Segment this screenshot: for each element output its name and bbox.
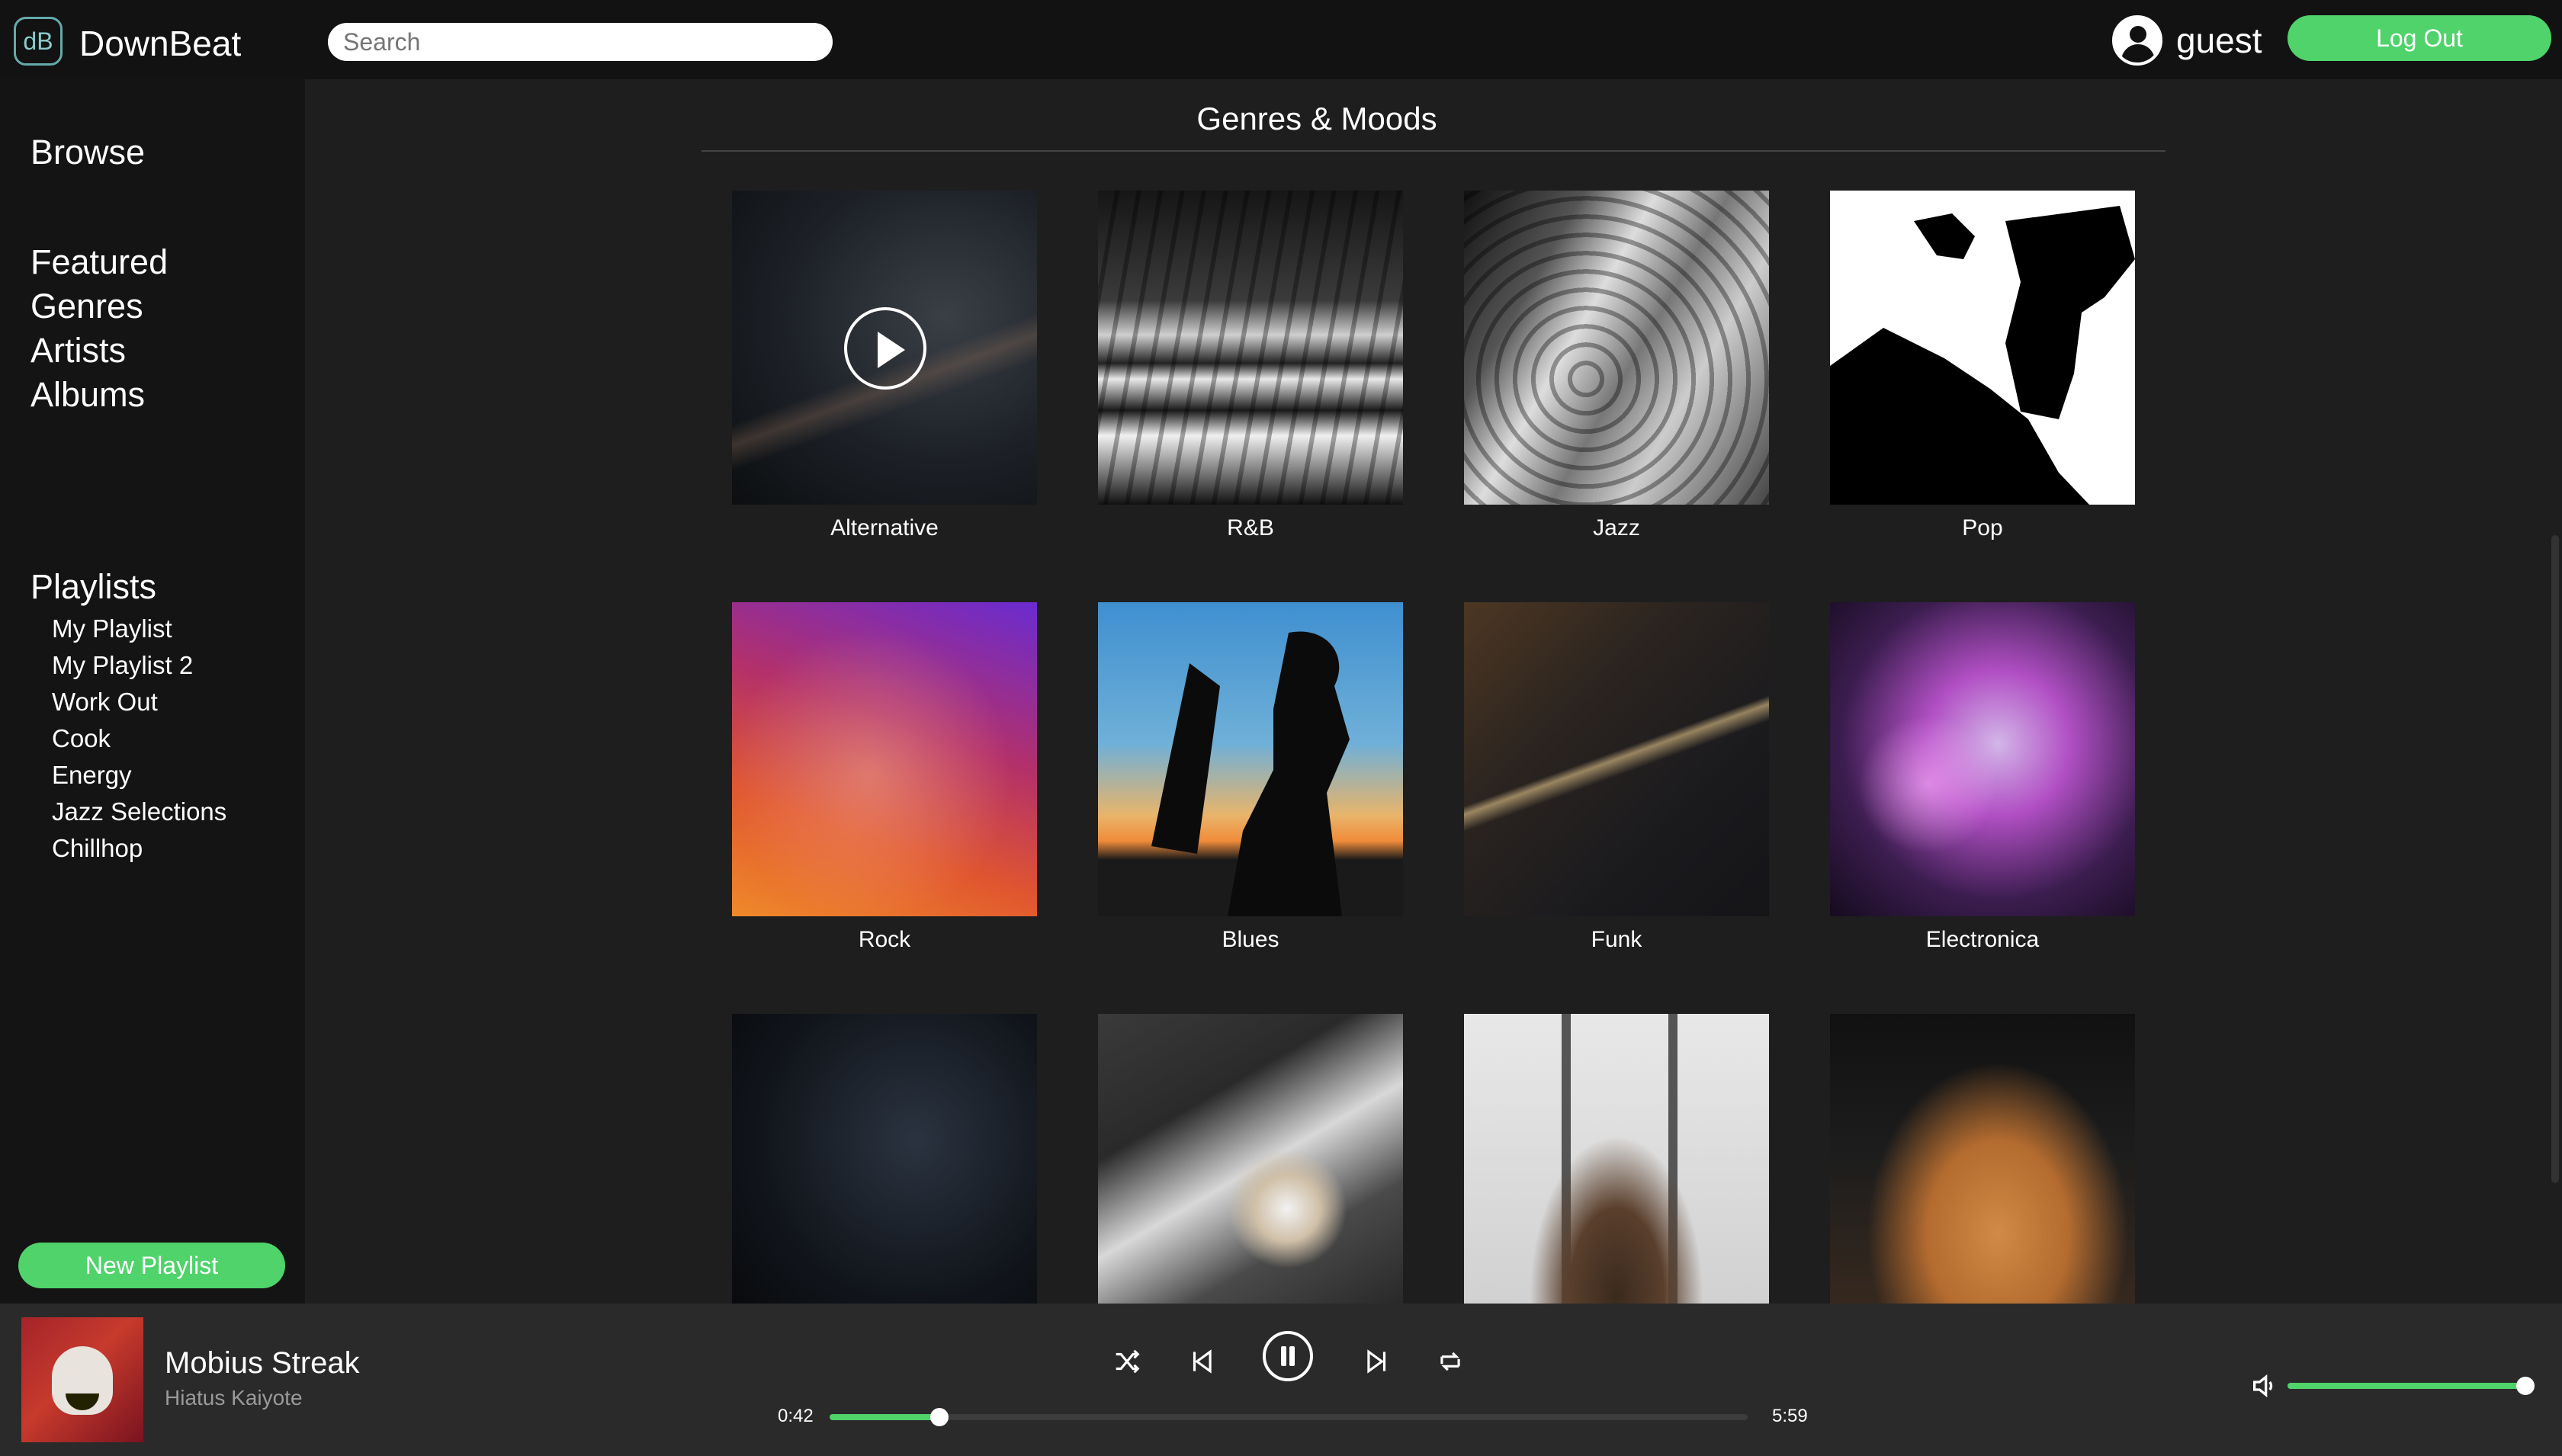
genre-tile-chill[interactable] <box>1464 1014 1769 1304</box>
sidebar-item-genres[interactable]: Genres <box>30 287 143 326</box>
duration-time: 5:59 <box>1772 1406 1808 1426</box>
genre-tile-alternative[interactable] <box>732 191 1037 505</box>
genre-tile-pop[interactable] <box>1830 191 2135 505</box>
volume-fill <box>2288 1383 2525 1389</box>
new-playlist-button[interactable]: New Playlist <box>18 1243 285 1288</box>
player-bar: Mobius Streak Hiatus Kaiyote 0:42 5:59 <box>0 1304 2562 1456</box>
page-title: Genres & Moods <box>1196 101 1437 136</box>
genre-tile-sleep[interactable] <box>1830 1014 2135 1304</box>
shuffle-icon[interactable] <box>1104 1339 1150 1384</box>
track-title[interactable]: Mobius Streak <box>165 1346 360 1381</box>
sidebar-item-albums[interactable]: Albums <box>30 375 145 415</box>
play-icon[interactable] <box>844 307 926 390</box>
genre-label: Electronica <box>1925 927 2040 952</box>
genre-tile-workout[interactable] <box>732 1014 1037 1304</box>
genre-tile-rock[interactable] <box>732 602 1037 916</box>
genre-tile-electronica[interactable] <box>1830 602 2135 916</box>
playlist-item[interactable]: Energy <box>52 761 132 790</box>
volume-slider[interactable] <box>2288 1377 2535 1395</box>
title-divider <box>702 150 2166 152</box>
next-icon[interactable] <box>1354 1339 1400 1384</box>
user-avatar-icon[interactable] <box>2112 15 2162 66</box>
pause-icon[interactable] <box>1263 1331 1313 1381</box>
album-art[interactable] <box>21 1317 143 1442</box>
progress-bar[interactable] <box>830 1408 1748 1426</box>
main-scrollbar[interactable] <box>2551 535 2559 1183</box>
playlist-item[interactable]: Jazz Selections <box>52 797 226 826</box>
sidebar-browse-heading[interactable]: Browse <box>30 133 145 172</box>
playlist-item[interactable]: Cook <box>52 724 111 753</box>
genre-tile-rnb[interactable] <box>1098 191 1403 505</box>
saxophone-silhouette <box>1151 631 1350 916</box>
repeat-icon[interactable] <box>1427 1339 1473 1384</box>
track-artist[interactable]: Hiatus Kaiyote <box>165 1386 303 1410</box>
genre-label: Alternative <box>830 515 939 540</box>
genre-tile-blues[interactable] <box>1098 602 1403 916</box>
previous-icon[interactable] <box>1179 1339 1225 1384</box>
genre-label: R&B <box>1227 515 1274 540</box>
genre-label: Blues <box>1222 927 1279 952</box>
playlist-item[interactable]: Work Out <box>52 688 158 717</box>
volume-handle[interactable] <box>2516 1377 2535 1395</box>
volume-icon[interactable] <box>2249 1371 2280 1401</box>
sidebar-item-artists[interactable]: Artists <box>30 331 126 370</box>
main-content: Genres & Moods Alternative R&B Jazz Pop … <box>305 79 2562 1304</box>
progress-handle[interactable] <box>930 1408 949 1426</box>
genre-label: Pop <box>1962 515 2003 540</box>
elapsed-time: 0:42 <box>778 1406 814 1426</box>
genre-label: Funk <box>1591 927 1642 952</box>
app-name[interactable]: DownBeat <box>79 23 241 64</box>
genre-tile-jazz[interactable] <box>1464 191 1769 505</box>
sidebar-playlists-heading: Playlists <box>30 567 157 606</box>
sidebar-item-featured[interactable]: Featured <box>30 242 168 282</box>
top-bar: dB DownBeat guest Log Out <box>0 0 2562 79</box>
app-logo[interactable]: dB <box>14 17 63 66</box>
username: guest <box>2176 21 2262 60</box>
genre-tile-funk[interactable] <box>1464 602 1769 916</box>
progress-fill <box>830 1414 940 1420</box>
genre-label: Jazz <box>1593 515 1640 540</box>
genre-tile-focus[interactable] <box>1098 1014 1403 1304</box>
playlist-item[interactable]: My Playlist 2 <box>52 651 193 680</box>
singer-silhouette <box>1830 206 2135 505</box>
playlist-item[interactable]: Chillhop <box>52 834 143 863</box>
sidebar: Browse Featured Genres Artists Albums Pl… <box>0 79 305 1304</box>
logout-button[interactable]: Log Out <box>2288 15 2551 61</box>
search-input[interactable] <box>328 23 833 61</box>
playlist-item[interactable]: My Playlist <box>52 614 172 643</box>
genre-label: Rock <box>858 927 911 952</box>
